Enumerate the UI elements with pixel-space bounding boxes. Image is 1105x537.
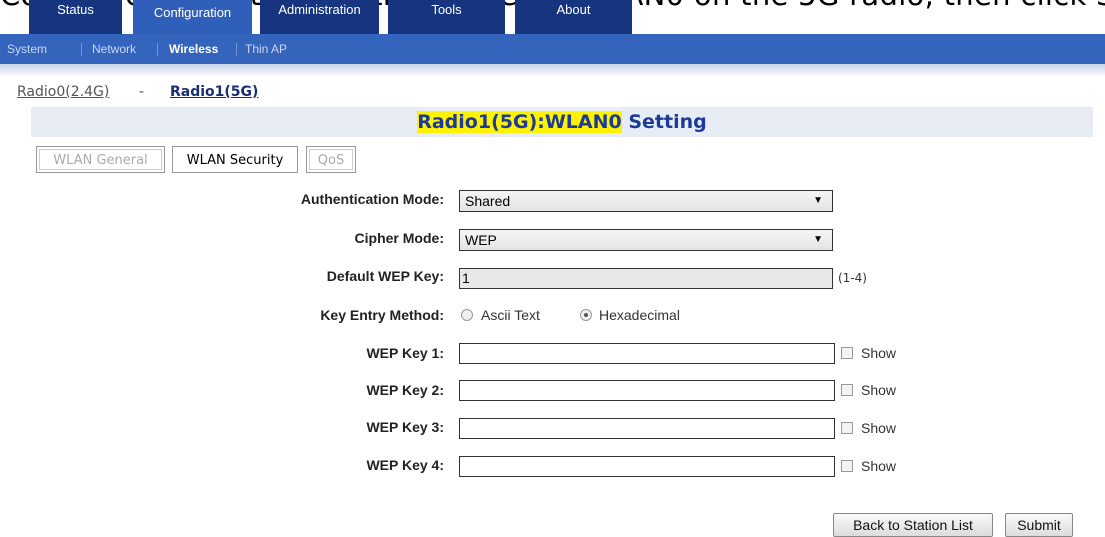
tab-status[interactable]: Status xyxy=(29,0,122,34)
radio-hexadecimal-label: Hexadecimal xyxy=(599,307,680,323)
auth-mode-value: Shared xyxy=(465,193,511,209)
radio0-link[interactable]: Radio0(2.4G) xyxy=(17,84,109,100)
page-title: Radio1(5G):WLAN0 Setting xyxy=(31,107,1093,137)
subnav-shadow xyxy=(0,64,1105,77)
wep-key-4-show-checkbox[interactable] xyxy=(841,460,853,472)
subnav-separator xyxy=(236,43,237,56)
key-entry-method-label: Key Entry Method: xyxy=(320,307,444,323)
wep-key-2-input[interactable] xyxy=(459,380,835,401)
back-to-station-list-button[interactable]: Back to Station List xyxy=(833,513,993,537)
tab-qos[interactable]: QoS xyxy=(306,146,356,173)
default-wep-key-hint: (1-4) xyxy=(838,271,867,285)
subnav-separator xyxy=(81,43,82,56)
wep-key-2-show-label: Show xyxy=(861,382,897,398)
wep-key-3-show-label: Show xyxy=(861,420,897,436)
wep-key-2-show-checkbox[interactable] xyxy=(841,384,853,396)
wep-key-4-label: WEP Key 4: xyxy=(366,457,444,473)
wep-key-2-label: WEP Key 2: xyxy=(366,382,444,398)
radio-button-icon xyxy=(461,309,473,321)
radio-separator: - xyxy=(139,84,145,100)
radio-button-checked-icon xyxy=(580,309,592,321)
wep-key-3-show-checkbox[interactable] xyxy=(841,422,853,434)
submit-button[interactable]: Submit xyxy=(1005,513,1073,537)
subnav-wireless[interactable]: Wireless xyxy=(169,34,218,64)
wep-key-1-show-checkbox[interactable] xyxy=(841,347,853,359)
tab-administration[interactable]: Administration xyxy=(260,0,379,34)
default-wep-key-field[interactable]: 1 xyxy=(459,268,833,289)
subnav-thin-ap[interactable]: Thin AP xyxy=(245,34,287,64)
tab-tools[interactable]: Tools xyxy=(388,0,505,34)
subnav-separator xyxy=(157,43,158,56)
tab-configuration[interactable]: Configuration xyxy=(133,0,252,34)
cipher-mode-select[interactable]: WEP ▼ xyxy=(459,229,833,251)
subnav-system[interactable]: System xyxy=(7,34,47,64)
page-title-rest: Setting xyxy=(621,111,707,133)
wep-key-4-show-label: Show xyxy=(861,458,897,474)
page-title-highlight: Radio1(5G):WLAN0 xyxy=(417,111,622,133)
cipher-mode-label: Cipher Mode: xyxy=(354,230,444,246)
tab-wlan-general[interactable]: WLAN General xyxy=(36,146,165,173)
wep-key-1-label: WEP Key 1: xyxy=(366,345,444,361)
subnav-network[interactable]: Network xyxy=(92,34,136,64)
radio1-link[interactable]: Radio1(5G) xyxy=(170,84,258,100)
wep-key-4-input[interactable] xyxy=(459,456,835,477)
dropdown-arrow-icon: ▼ xyxy=(813,195,823,206)
tab-wlan-security[interactable]: WLAN Security xyxy=(172,146,298,173)
wep-key-1-input[interactable] xyxy=(459,343,835,364)
wep-key-3-input[interactable] xyxy=(459,418,835,439)
sub-navigation-bar: System Network Wireless Thin AP xyxy=(0,34,1105,64)
tab-about[interactable]: About xyxy=(515,0,632,34)
wep-key-3-label: WEP Key 3: xyxy=(366,419,444,435)
cipher-mode-value: WEP xyxy=(465,232,497,248)
dropdown-arrow-icon: ▼ xyxy=(813,234,823,245)
radio-ascii-label: Ascii Text xyxy=(481,307,540,323)
auth-mode-label: Authentication Mode: xyxy=(300,191,444,207)
auth-mode-select[interactable]: Shared ▼ xyxy=(459,190,833,212)
wep-key-1-show-label: Show xyxy=(861,345,897,361)
default-wep-key-label: Default WEP Key: xyxy=(326,268,444,284)
